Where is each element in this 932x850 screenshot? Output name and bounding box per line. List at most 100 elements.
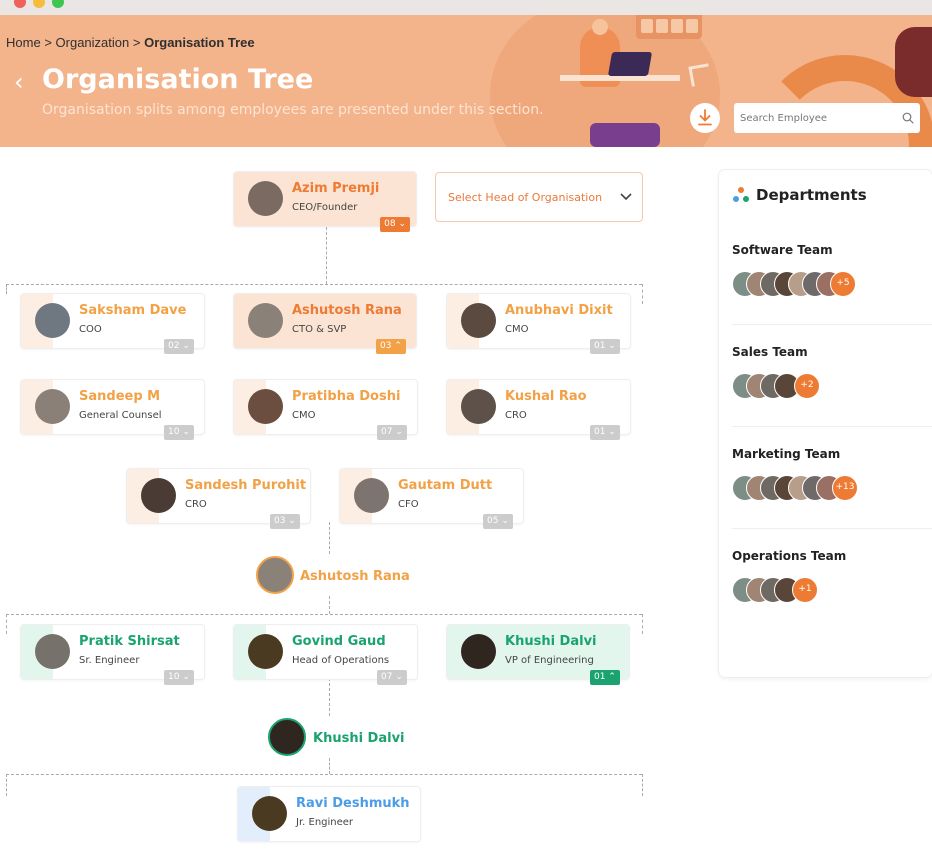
connector — [329, 758, 330, 774]
departments-title: Departments — [756, 186, 867, 204]
report-count-toggle[interactable]: 03 ⌃ — [376, 339, 406, 354]
employee-card[interactable]: Sandeep M General Counsel 10 ⌄ — [21, 380, 204, 440]
employee-name: Saksham Dave — [79, 303, 187, 318]
maximize-window-button[interactable] — [52, 0, 64, 8]
report-count-toggle[interactable]: 07 ⌄ — [377, 425, 407, 440]
employee-card[interactable]: Sandesh Purohit CRO 03 ⌄ — [127, 469, 310, 529]
employee-role: Sr. Engineer — [79, 655, 140, 666]
employee-card[interactable]: Pratik Shirsat Sr. Engineer 10 ⌄ — [21, 625, 204, 685]
report-count-toggle[interactable]: 01 ⌄ — [590, 339, 620, 354]
employee-name: Sandeep M — [79, 389, 161, 404]
department-name: Marketing Team — [732, 447, 841, 461]
employee-name: Ashutosh Rana — [292, 303, 402, 318]
avatar — [248, 389, 283, 424]
employee-card-selected[interactable]: Khushi Dalvi VP of Engineering 01 ⌃ — [447, 625, 629, 685]
connector — [642, 614, 643, 634]
employee-role: Jr. Engineer — [296, 817, 354, 828]
employee-name: Pratibha Doshi — [292, 389, 401, 404]
avatar — [461, 303, 496, 338]
employee-name: Sandesh Purohit — [185, 478, 307, 493]
avatar — [461, 389, 496, 424]
report-count-toggle[interactable]: 08 ⌄ — [380, 217, 410, 232]
employee-card[interactable]: Anubhavi Dixit CMO 01 ⌄ — [447, 294, 630, 354]
page-title: Organisation Tree — [42, 64, 314, 95]
connector — [642, 774, 643, 796]
avatar — [461, 634, 496, 669]
connector — [6, 284, 7, 294]
employee-role: COO — [79, 324, 102, 335]
employee-card[interactable]: Saksham Dave COO 02 ⌄ — [21, 294, 204, 354]
more-members-badge[interactable]: +5 — [830, 271, 856, 297]
report-count-toggle[interactable]: 01 ⌃ — [590, 670, 620, 685]
window-titlebar — [0, 0, 932, 15]
employee-name: Pratik Shirsat — [79, 634, 180, 649]
select-head-dropdown[interactable]: Select Head of Organisation — [435, 172, 643, 222]
search-input[interactable] — [740, 109, 890, 127]
back-arrow-icon[interactable]: ‹ — [14, 70, 34, 94]
avatar — [248, 181, 283, 216]
connector — [6, 284, 642, 285]
divider — [732, 324, 932, 325]
banner-illustration-screen — [636, 15, 702, 39]
employee-name: Gautam Dutt — [398, 478, 493, 493]
more-members-badge[interactable]: +13 — [832, 475, 858, 501]
breadcrumb-separator: > — [132, 35, 141, 50]
minimize-window-button[interactable] — [33, 0, 45, 8]
breadcrumb-separator: > — [44, 35, 52, 50]
connector — [329, 522, 330, 554]
employee-role: CMO — [505, 324, 529, 335]
avatar[interactable] — [268, 718, 306, 756]
download-button[interactable] — [690, 103, 720, 133]
report-count-toggle[interactable]: 10 ⌄ — [164, 670, 194, 685]
report-count-toggle[interactable]: 07 ⌄ — [377, 670, 407, 685]
connector — [6, 614, 7, 634]
employee-role: CRO — [185, 499, 207, 510]
report-count-toggle[interactable]: 01 ⌄ — [590, 425, 620, 440]
employee-name: Kushal Rao — [505, 389, 587, 404]
banner-illustration-arrow — [688, 63, 712, 87]
banner-illustration-person-2 — [895, 27, 932, 97]
avatar[interactable] — [256, 556, 294, 594]
avatar — [35, 303, 70, 338]
avatar — [252, 796, 287, 831]
breadcrumb-organization[interactable]: Organization — [56, 35, 130, 50]
divider — [732, 528, 932, 529]
breadcrumb-home[interactable]: Home — [6, 35, 41, 50]
connector — [642, 284, 643, 304]
avatar — [35, 634, 70, 669]
close-window-button[interactable] — [14, 0, 26, 8]
banner-illustration-laptop — [607, 52, 653, 76]
employee-name: Khushi Dalvi — [505, 634, 597, 649]
avatar — [354, 478, 389, 513]
department-name: Sales Team — [732, 345, 808, 359]
banner-illustration-head — [592, 19, 608, 35]
avatar — [248, 303, 283, 338]
report-count-toggle[interactable]: 02 ⌄ — [164, 339, 194, 354]
search-box — [734, 103, 920, 133]
employee-card[interactable]: Gautam Dutt CFO 05 ⌄ — [340, 469, 523, 529]
selected-node-label[interactable]: Khushi Dalvi — [313, 731, 405, 746]
avatar — [248, 634, 283, 669]
more-members-badge[interactable]: +1 — [792, 577, 818, 603]
employee-role: CTO & SVP — [292, 324, 347, 335]
more-members-badge[interactable]: +2 — [794, 373, 820, 399]
employee-card-root[interactable]: Azim Premji CEO/Founder 08 ⌄ — [234, 172, 416, 232]
employee-card-selected[interactable]: Ashutosh Rana CTO & SVP 03 ⌃ — [234, 294, 416, 354]
selected-node-label[interactable]: Ashutosh Rana — [300, 569, 410, 584]
employee-role: CMO — [292, 410, 316, 421]
employee-role: CEO/Founder — [292, 202, 358, 213]
report-count-toggle[interactable]: 10 ⌄ — [164, 425, 194, 440]
employee-card[interactable]: Kushal Rao CRO 01 ⌄ — [447, 380, 630, 440]
employee-card[interactable]: Ravi Deshmukh Jr. Engineer — [238, 787, 420, 841]
banner-illustration-chair — [590, 123, 660, 147]
report-count-toggle[interactable]: 05 ⌄ — [483, 514, 513, 529]
employee-role: CFO — [398, 499, 419, 510]
report-count-toggle[interactable]: 03 ⌄ — [270, 514, 300, 529]
employee-card[interactable]: Govind Gaud Head of Operations 07 ⌄ — [234, 625, 417, 685]
search-icon[interactable] — [902, 112, 914, 124]
download-icon — [698, 109, 712, 126]
departments-icon — [733, 187, 749, 202]
employee-role: VP of Engineering — [505, 655, 594, 666]
employee-card[interactable]: Pratibha Doshi CMO 07 ⌄ — [234, 380, 417, 440]
department-name: Software Team — [732, 243, 833, 257]
